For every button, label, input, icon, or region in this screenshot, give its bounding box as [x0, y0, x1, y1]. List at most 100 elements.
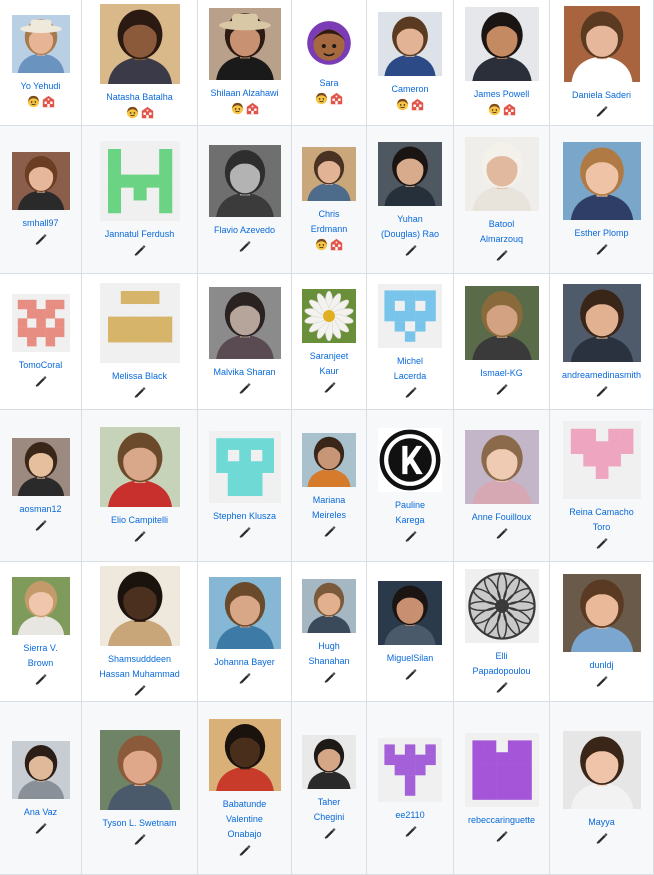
contributor-name[interactable]: Johanna Bayer — [214, 655, 275, 670]
paintbrush-icon[interactable] — [238, 671, 251, 684]
contributor-name[interactable]: Yuhan (Douglas) Rao — [381, 212, 439, 242]
avatar[interactable] — [464, 430, 539, 504]
avatar[interactable] — [302, 146, 356, 201]
contributor-cell[interactable]: aosman12 — [0, 410, 82, 562]
contributor-name[interactable]: Flavio Azevedo — [214, 223, 275, 238]
mentoring-emoji-icon[interactable] — [126, 106, 139, 119]
avatar[interactable] — [208, 718, 281, 791]
avatar[interactable] — [562, 574, 641, 652]
infra-emoji-icon[interactable] — [411, 98, 424, 111]
contributor-cell[interactable]: Flavio Azevedo — [198, 126, 292, 274]
contributor-name[interactable]: Elli Papadopoulou — [472, 649, 530, 679]
contributor-name[interactable]: Sierra V. Brown — [23, 641, 57, 671]
paintbrush-icon[interactable] — [323, 380, 336, 393]
contributor-cell[interactable]: andreamedinasmith — [550, 274, 654, 410]
avatar[interactable] — [11, 294, 70, 352]
contributor-cell[interactable]: Chris Erdmann — [292, 126, 367, 274]
avatar[interactable] — [378, 737, 442, 802]
contributor-cell[interactable]: Sierra V. Brown — [0, 562, 82, 702]
paintbrush-icon[interactable] — [133, 385, 146, 398]
contributor-name[interactable]: Pauline Karega — [395, 498, 425, 528]
contributor-name[interactable]: Saranjeet Kaur — [310, 349, 349, 379]
paintbrush-icon[interactable] — [595, 831, 608, 844]
paintbrush-icon[interactable] — [133, 683, 146, 696]
avatar[interactable] — [562, 420, 641, 499]
contributor-cell[interactable]: Stephen Klusza — [198, 410, 292, 562]
contributor-name[interactable]: James Powell — [474, 87, 530, 102]
avatar[interactable] — [99, 729, 180, 810]
contributor-name[interactable]: TomoCoral — [19, 358, 63, 373]
contributor-cell[interactable]: Melissa Black — [82, 274, 198, 410]
contributor-name[interactable]: Ana Vaz — [24, 805, 57, 820]
paintbrush-icon[interactable] — [34, 821, 47, 834]
avatar[interactable] — [208, 8, 281, 80]
contributor-cell[interactable]: Babatunde Valentine Onabajo — [198, 702, 292, 875]
contributor-cell[interactable]: Yo Yehudi — [0, 0, 82, 126]
infra-emoji-icon[interactable] — [141, 106, 154, 119]
avatar[interactable] — [464, 732, 539, 807]
avatar[interactable] — [464, 568, 539, 643]
paintbrush-icon[interactable] — [133, 529, 146, 542]
paintbrush-icon[interactable] — [404, 385, 417, 398]
avatar[interactable] — [11, 740, 70, 799]
contributor-cell[interactable]: smhall97 — [0, 126, 82, 274]
avatar[interactable] — [99, 141, 180, 221]
paintbrush-icon[interactable] — [495, 382, 508, 395]
avatar[interactable] — [378, 581, 442, 645]
paintbrush-icon[interactable] — [495, 526, 508, 539]
contributor-name[interactable]: Taher Chegini — [314, 795, 345, 825]
avatar[interactable] — [378, 12, 442, 76]
avatar[interactable] — [208, 287, 281, 359]
mentoring-emoji-icon[interactable] — [396, 98, 409, 111]
contributor-name[interactable]: Sara — [319, 76, 338, 91]
paintbrush-icon[interactable] — [133, 832, 146, 845]
avatar[interactable] — [208, 145, 281, 217]
contributor-cell[interactable]: Reina Camacho Toro — [550, 410, 654, 562]
contributor-name[interactable]: andreamedinasmith — [562, 368, 641, 383]
avatar[interactable] — [303, 18, 355, 70]
contributor-name[interactable]: Ismael-KG — [480, 366, 523, 381]
paintbrush-icon[interactable] — [404, 824, 417, 837]
contributor-cell[interactable]: Yuhan (Douglas) Rao — [367, 126, 454, 274]
contributor-name[interactable]: dunldj — [589, 658, 613, 673]
paintbrush-icon[interactable] — [495, 829, 508, 842]
contributor-cell[interactable]: Jannatul Ferdush — [82, 126, 198, 274]
contributor-name[interactable]: Hugh Shanahan — [308, 639, 349, 669]
contributor-cell[interactable]: Elio Campitelli — [82, 410, 198, 562]
paintbrush-icon[interactable] — [495, 680, 508, 693]
avatar[interactable] — [99, 565, 180, 646]
contributor-cell[interactable]: ee2110 — [367, 702, 454, 875]
contributor-cell[interactable]: Ismael-KG — [454, 274, 550, 410]
paintbrush-icon[interactable] — [34, 374, 47, 387]
contributor-name[interactable]: Anne Fouilloux — [472, 510, 532, 525]
avatar[interactable] — [562, 284, 641, 362]
contributor-name[interactable]: Melissa Black — [112, 369, 167, 384]
avatar[interactable] — [11, 152, 70, 210]
paintbrush-icon[interactable] — [595, 384, 608, 397]
avatar[interactable] — [302, 288, 356, 343]
paintbrush-icon[interactable] — [595, 242, 608, 255]
contributor-cell[interactable]: Esther Plomp — [550, 126, 654, 274]
contributor-cell[interactable]: Pauline Karega — [367, 410, 454, 562]
avatar[interactable] — [464, 286, 539, 360]
contributor-cell[interactable]: Daniela Saderi — [550, 0, 654, 126]
contributor-name[interactable]: Michel Lacerda — [394, 354, 427, 384]
paintbrush-icon[interactable] — [323, 826, 336, 839]
paintbrush-icon[interactable] — [404, 243, 417, 256]
contributor-cell[interactable]: Johanna Bayer — [198, 562, 292, 702]
paintbrush-icon[interactable] — [34, 232, 47, 245]
contributor-name[interactable]: Tyson L. Swetnam — [102, 816, 176, 831]
infra-emoji-icon[interactable] — [330, 238, 343, 251]
avatar[interactable] — [99, 427, 180, 507]
contributor-name[interactable]: Natasha Batalha — [106, 90, 173, 105]
avatar[interactable] — [563, 6, 640, 82]
contributor-name[interactable]: Batool Almarzouq — [480, 217, 523, 247]
paintbrush-icon[interactable] — [404, 529, 417, 542]
contributor-name[interactable]: ee2110 — [395, 808, 424, 823]
contributor-cell[interactable]: Elli Papadopoulou — [454, 562, 550, 702]
infra-emoji-icon[interactable] — [503, 103, 516, 116]
contributor-cell[interactable]: Hugh Shanahan — [292, 562, 367, 702]
paintbrush-icon[interactable] — [595, 104, 608, 117]
contributor-cell[interactable]: Sara — [292, 0, 367, 126]
paintbrush-icon[interactable] — [238, 525, 251, 538]
